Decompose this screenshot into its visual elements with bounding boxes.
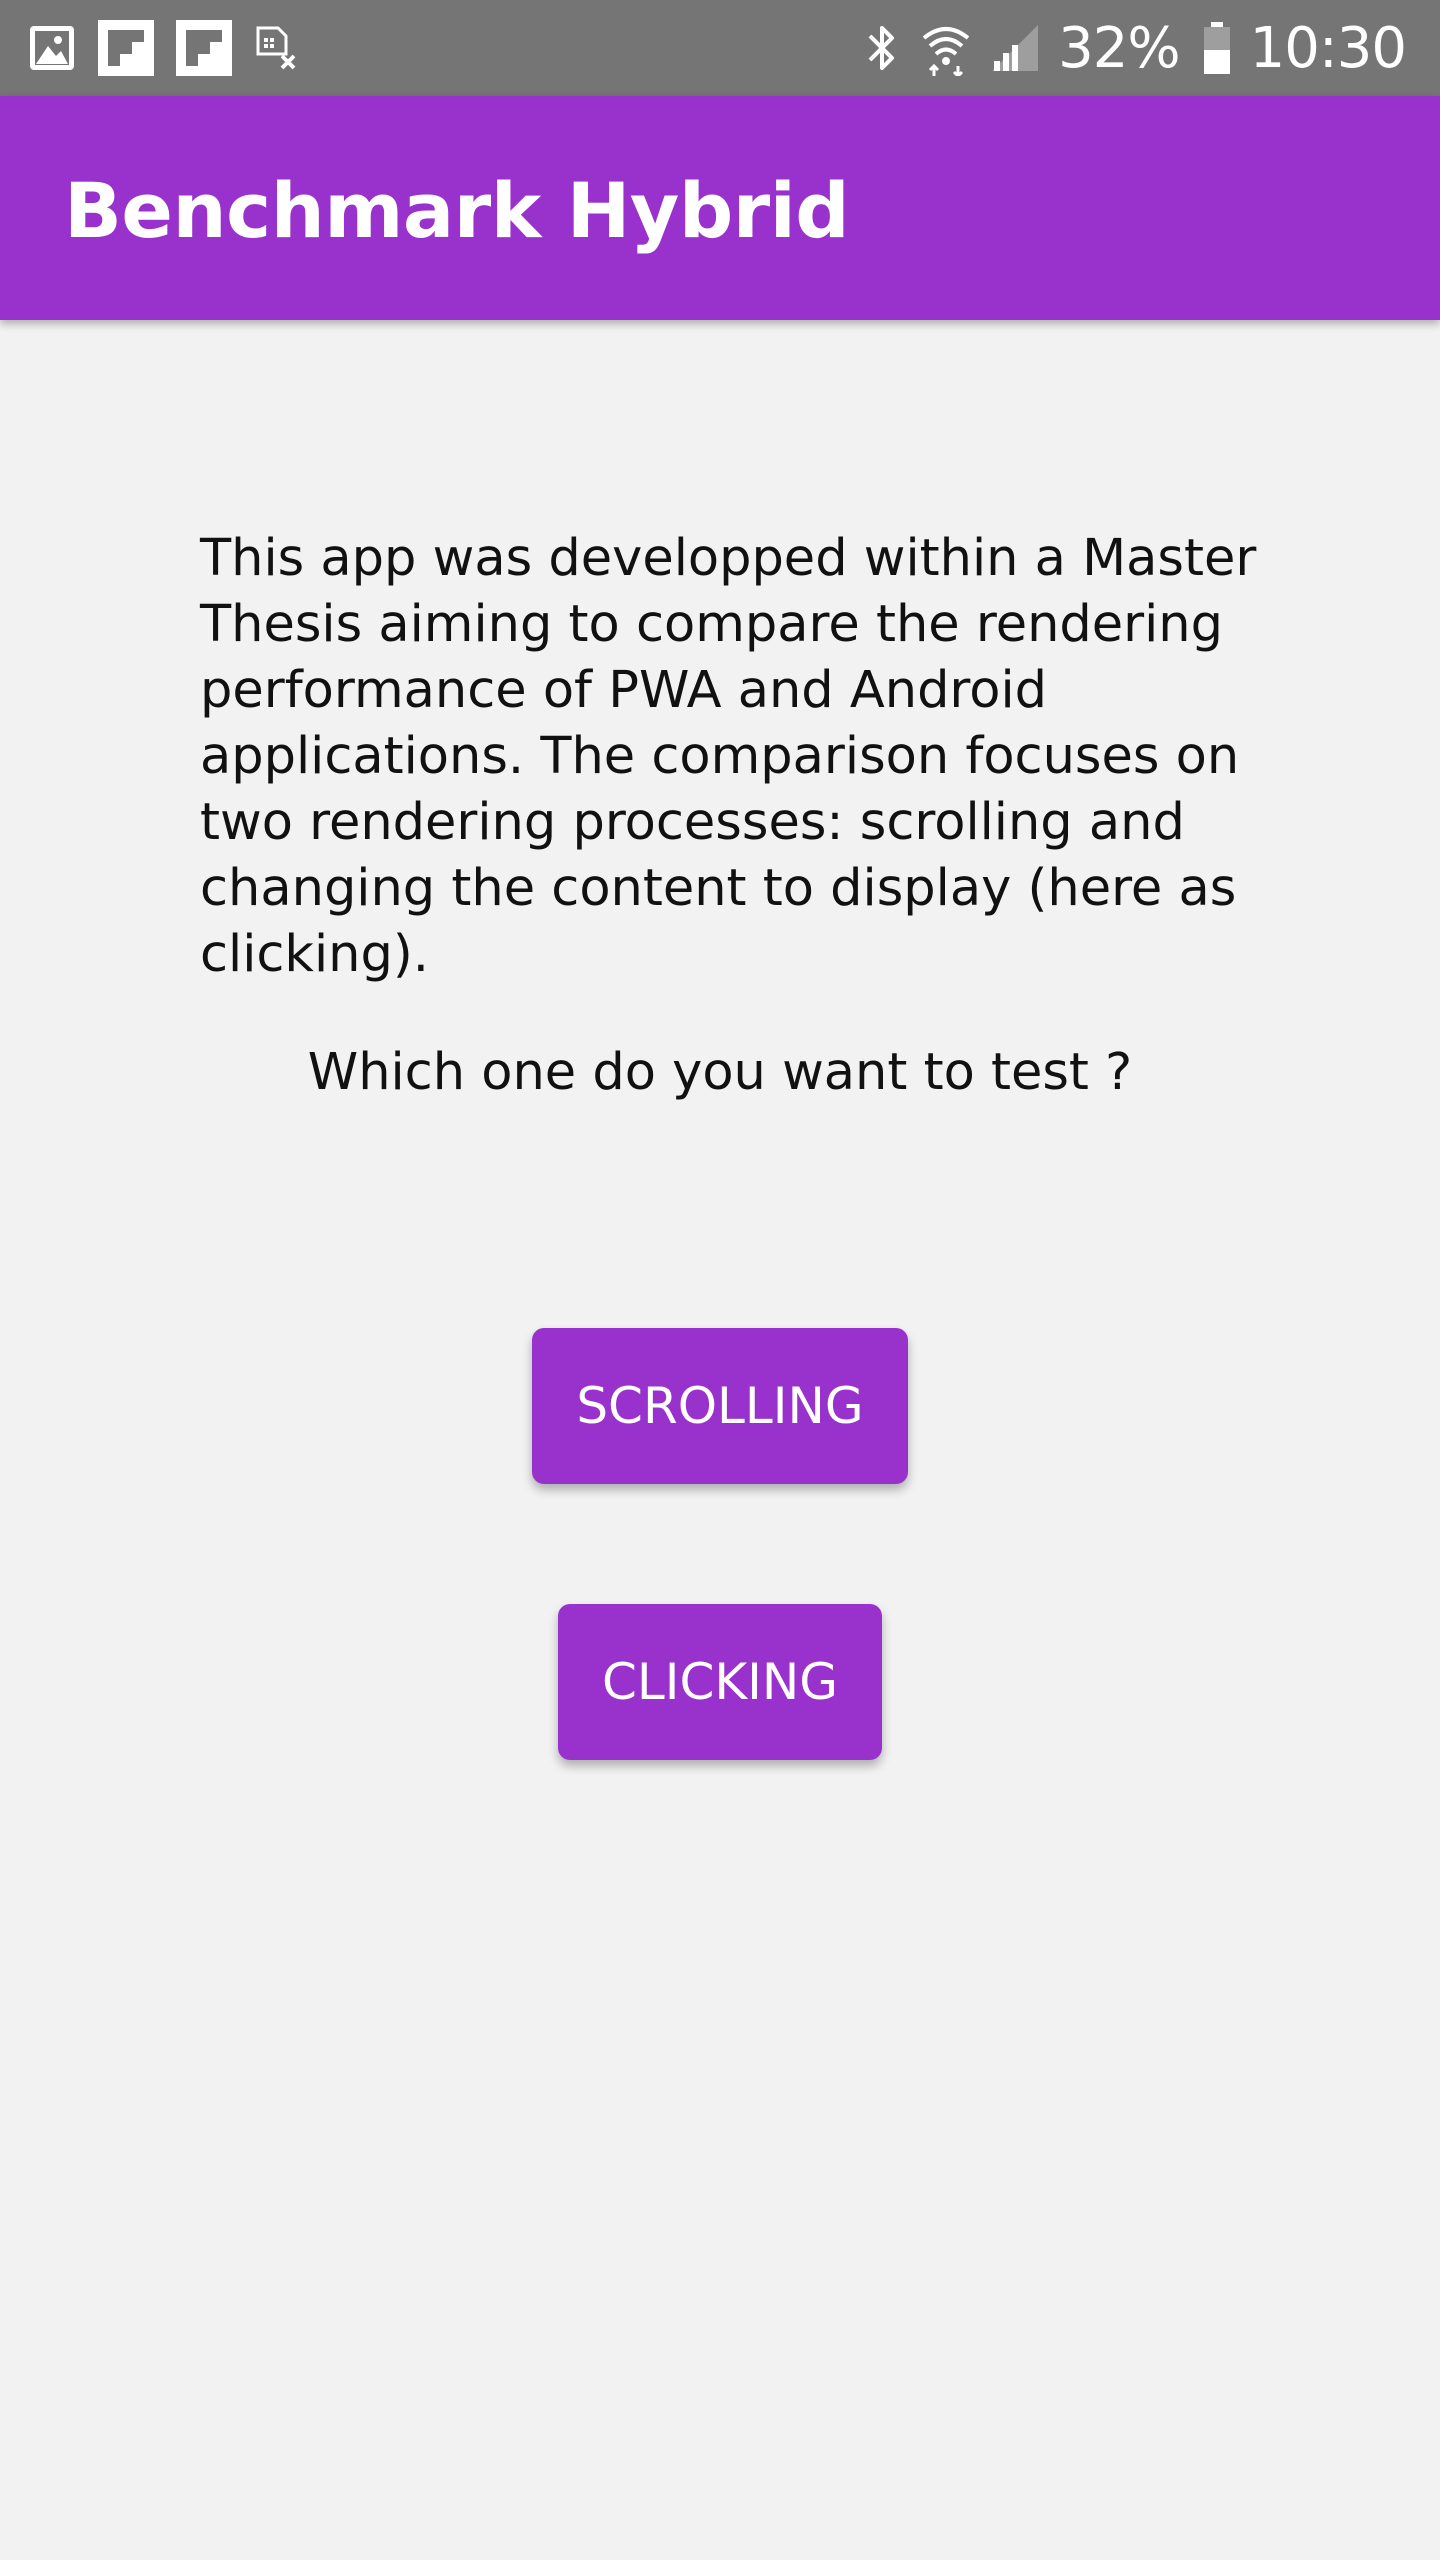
flipboard-icon	[98, 20, 154, 76]
clock: 10:30	[1249, 15, 1407, 81]
app-description: This app was developped within a Master …	[200, 529, 1257, 984]
test-question: Which one do you want to test ?	[307, 1043, 1133, 1102]
battery-percent: 32%	[1058, 15, 1180, 81]
scrolling-button[interactable]: SCROLLING	[532, 1328, 908, 1484]
clicking-button[interactable]: CLICKING	[558, 1604, 882, 1760]
gallery-icon	[28, 24, 76, 72]
battery-icon	[1202, 20, 1232, 76]
system-status: 32% 10:30	[862, 15, 1407, 81]
wifi-icon	[920, 20, 972, 76]
notification-icons	[28, 20, 302, 76]
signal-icon	[990, 23, 1040, 73]
sim-card-x-icon	[254, 24, 302, 72]
flipboard-icon	[176, 20, 232, 76]
bluetooth-icon	[862, 20, 902, 76]
app-bar: Benchmark Hybrid	[0, 96, 1440, 320]
status-bar: 32% 10:30	[0, 0, 1440, 96]
page-title: Benchmark Hybrid	[64, 166, 850, 255]
